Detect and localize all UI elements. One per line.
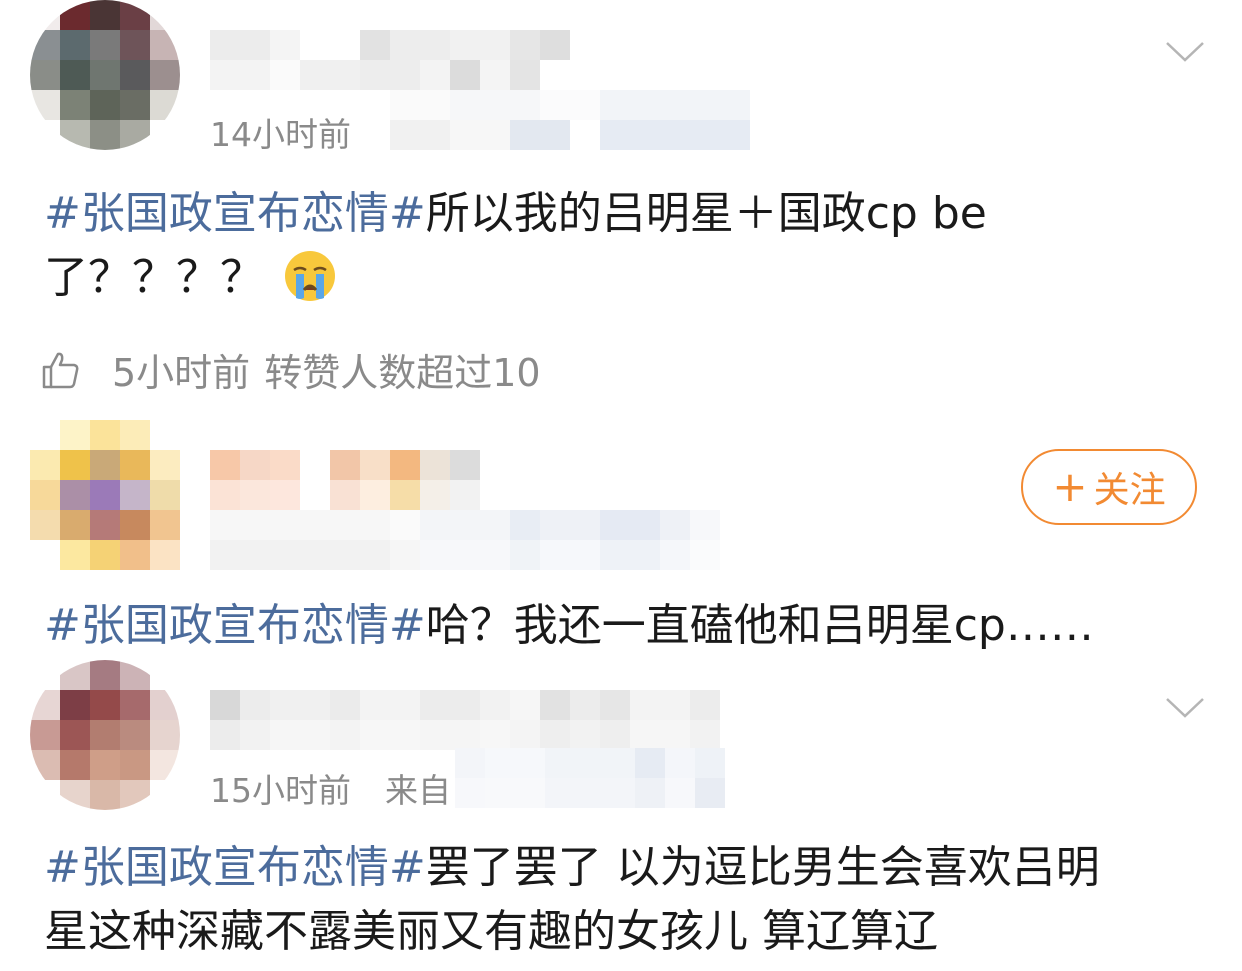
comment-body: 所以我的吕明星＋国政cp be <box>425 188 987 239</box>
hashtag-link[interactable]: #张国政宣布恋情# <box>44 600 426 651</box>
thumbs-up-icon[interactable] <box>40 349 82 391</box>
source-blurred <box>455 748 725 808</box>
comment-body-line2: 了？？？？ <box>44 252 264 303</box>
likes-time: 5小时前 <box>112 351 251 395</box>
comment-body-line2: 星这种深藏不露美丽又有趣的女孩儿 算辽算辽 <box>44 906 938 957</box>
avatar[interactable] <box>30 420 180 570</box>
follow-label: 关注 <box>1093 470 1166 511</box>
follow-button[interactable]: + 关注 <box>1021 449 1197 525</box>
post-time: 15小时前 <box>210 771 351 810</box>
likes-count-text: 转赞人数超过10 <box>264 351 541 395</box>
hashtag-link[interactable]: #张国政宣布恋情# <box>44 842 426 893</box>
chevron-down-icon[interactable] <box>1165 696 1205 720</box>
comment-body: 哈？我还一直磕他和吕明星cp…… <box>425 600 1094 651</box>
username-blurred[interactable] <box>210 450 480 510</box>
likes-row: 5小时前 转赞人数超过10 <box>40 342 541 397</box>
username-blurred[interactable] <box>210 690 720 750</box>
hashtag-link[interactable]: #张国政宣布恋情# <box>44 188 426 239</box>
post-source-prefix: 来自 <box>385 771 451 810</box>
chevron-down-icon[interactable] <box>1165 40 1205 64</box>
avatar[interactable] <box>30 0 180 150</box>
source-blurred <box>390 90 750 150</box>
avatar[interactable] <box>30 660 180 810</box>
plus-icon: + <box>1052 462 1088 511</box>
post-time-blurred <box>210 510 720 570</box>
comment-text: #张国政宣布恋情#罢了罢了 以为逗比男生会喜欢吕明 星这种深藏不露美丽又有趣的女… <box>44 836 1182 964</box>
crying-face-icon <box>285 251 335 301</box>
comment-text: #张国政宣布恋情#所以我的吕明星＋国政cp be 了？？？？ <box>44 182 1182 310</box>
comment-text: #张国政宣布恋情#哈？我还一直磕他和吕明星cp…… <box>44 594 1182 658</box>
comment-body: 罢了罢了 以为逗比男生会喜欢吕明 <box>425 842 1100 893</box>
post-time: 14小时前 <box>210 115 351 154</box>
username-blurred[interactable] <box>210 30 570 90</box>
